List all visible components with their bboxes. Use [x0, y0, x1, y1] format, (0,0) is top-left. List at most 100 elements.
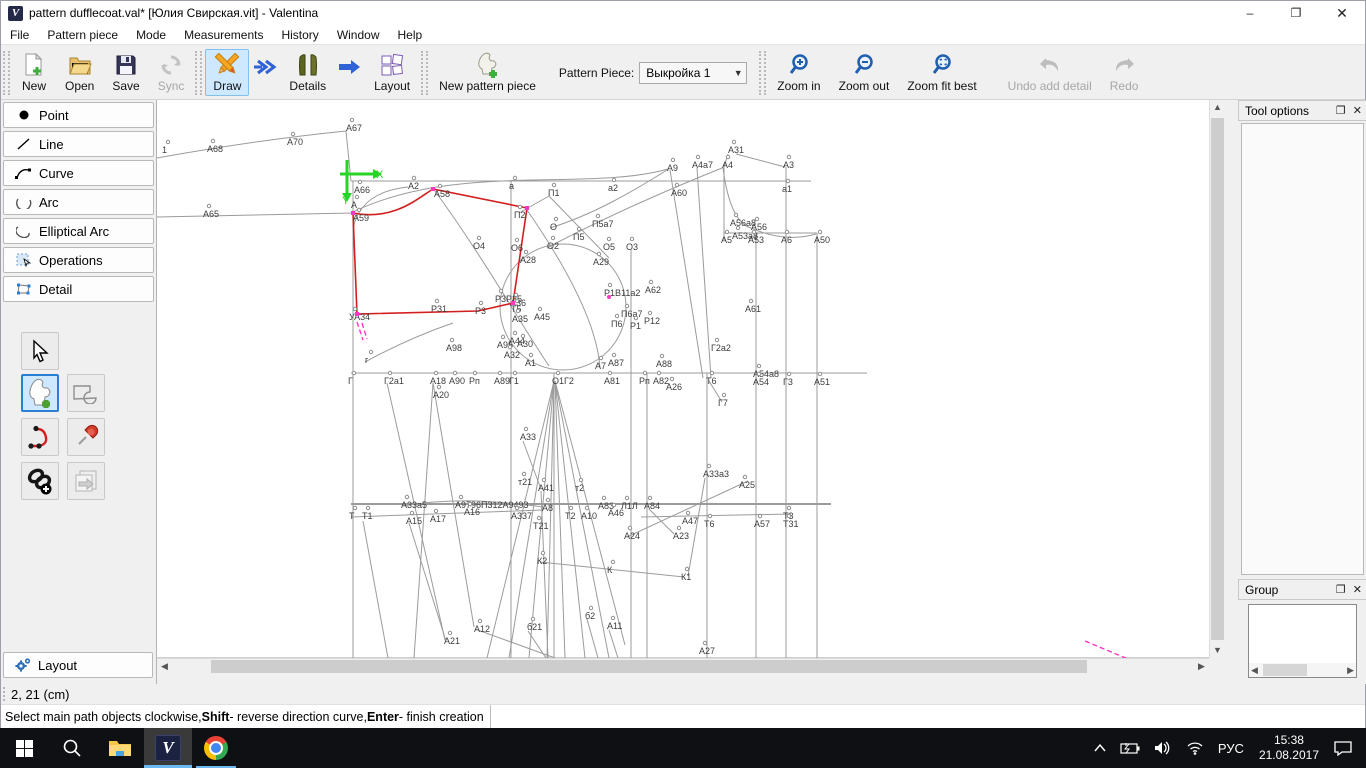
- point-label[interactable]: П6а7: [621, 309, 643, 319]
- point-label[interactable]: А7: [595, 361, 606, 371]
- minimize-button[interactable]: –: [1227, 1, 1273, 25]
- point-label[interactable]: А29: [593, 257, 609, 267]
- point-label[interactable]: А87: [608, 358, 624, 368]
- point-label[interactable]: А18: [430, 376, 446, 386]
- point-label[interactable]: А8: [542, 503, 553, 513]
- point-label[interactable]: А70: [287, 137, 303, 147]
- zoom-out-button[interactable]: Zoom out: [831, 49, 898, 96]
- point-label[interactable]: а1: [782, 184, 792, 194]
- horizontal-scroll-thumb[interactable]: [211, 660, 1087, 673]
- pattern-piece-select[interactable]: Выкройка 1 ▼: [639, 61, 748, 84]
- point-label[interactable]: А26: [666, 382, 682, 392]
- point-label[interactable]: 1: [162, 145, 167, 155]
- point-label[interactable]: А66: [354, 185, 370, 195]
- point-label[interactable]: А62: [645, 285, 661, 295]
- point-label[interactable]: Г2а1: [384, 376, 404, 386]
- point-label[interactable]: а2: [608, 183, 618, 193]
- point-label[interactable]: О2: [547, 241, 559, 251]
- arrow-tool-button[interactable]: [21, 332, 59, 370]
- mode-layout-button[interactable]: Layout: [366, 49, 418, 96]
- point-label[interactable]: А2: [408, 181, 419, 191]
- category-curve[interactable]: Curve: [3, 160, 154, 186]
- point-label[interactable]: А20: [433, 390, 449, 400]
- point-label[interactable]: А58: [434, 189, 450, 199]
- point-label[interactable]: А28: [520, 255, 536, 265]
- toolbar-grip[interactable]: [3, 50, 10, 95]
- maximize-button[interactable]: ❐: [1273, 1, 1319, 25]
- point-label[interactable]: т2: [575, 483, 584, 493]
- point-label[interactable]: А32: [504, 350, 520, 360]
- close-button[interactable]: ✕: [1319, 1, 1365, 25]
- point-label[interactable]: А89: [494, 376, 510, 386]
- category-elliptical-arc[interactable]: Elliptical Arc: [3, 218, 154, 244]
- point-label[interactable]: А11: [607, 621, 622, 631]
- insert-node-tool-button[interactable]: [67, 462, 105, 500]
- point-label[interactable]: А12: [474, 624, 490, 634]
- clock[interactable]: 15:38 21.08.2017: [1251, 728, 1327, 768]
- point-label[interactable]: А98: [446, 343, 462, 353]
- point-label[interactable]: А90: [449, 376, 465, 386]
- start-button[interactable]: [0, 728, 48, 768]
- point-label[interactable]: Р1В11а2: [604, 288, 640, 298]
- point-label[interactable]: А4а7: [692, 160, 713, 170]
- point-label[interactable]: Т: [349, 511, 355, 521]
- point-label[interactable]: А59: [353, 213, 369, 223]
- point-label[interactable]: Р1: [630, 321, 641, 331]
- point-label[interactable]: А16: [464, 507, 480, 517]
- point-label[interactable]: Рп: [639, 376, 650, 386]
- point-label[interactable]: А68: [207, 144, 223, 154]
- point-label[interactable]: А61: [745, 304, 761, 314]
- point-label[interactable]: О3: [626, 242, 638, 252]
- taskbar-search-button[interactable]: [48, 728, 96, 768]
- point-label[interactable]: А53: [748, 235, 764, 245]
- point-label[interactable]: А27: [699, 646, 715, 656]
- wifi-icon[interactable]: [1179, 728, 1211, 768]
- group-scrollbar[interactable]: ◀ ▶: [1249, 663, 1356, 677]
- point-label[interactable]: б2: [585, 611, 595, 621]
- vertical-scrollbar[interactable]: ▲ ▼: [1209, 100, 1224, 658]
- point-label[interactable]: Т1: [362, 511, 373, 521]
- tray-expand-icon[interactable]: [1087, 728, 1113, 768]
- point-label[interactable]: Т5: [511, 304, 522, 314]
- point-label[interactable]: А17: [430, 514, 446, 524]
- point-label[interactable]: О6: [511, 243, 523, 253]
- point-label[interactable]: Т2: [565, 511, 576, 521]
- point-label[interactable]: А88: [656, 359, 672, 369]
- language-indicator[interactable]: РУС: [1211, 728, 1251, 768]
- point-label[interactable]: А33а3: [703, 469, 729, 479]
- point-label[interactable]: О5: [603, 242, 615, 252]
- point-label[interactable]: А84: [644, 501, 660, 511]
- menu-window[interactable]: Window: [328, 25, 389, 44]
- point-label[interactable]: А23: [673, 531, 689, 541]
- category-detail[interactable]: Detail: [3, 276, 154, 302]
- group-scroll-thumb[interactable]: [1263, 664, 1307, 676]
- point-label[interactable]: Р12: [644, 316, 660, 326]
- point-label[interactable]: К2: [537, 556, 547, 566]
- horizontal-scrollbar[interactable]: ◀ ▶: [157, 658, 1209, 673]
- point-label[interactable]: А: [351, 200, 357, 210]
- chrome-taskbar-button[interactable]: [192, 728, 240, 768]
- point-label[interactable]: Г3: [783, 377, 793, 387]
- point-label[interactable]: т21: [518, 477, 532, 487]
- point-label[interactable]: Т21: [533, 521, 549, 531]
- toolbar-grip[interactable]: [421, 50, 429, 95]
- point-label[interactable]: П2: [514, 210, 525, 220]
- float-panel-icon[interactable]: ❐: [1336, 104, 1346, 117]
- scroll-down-icon[interactable]: ▼: [1210, 643, 1225, 658]
- point-label[interactable]: А21: [444, 636, 460, 646]
- battery-icon[interactable]: [1113, 728, 1147, 768]
- point-label[interactable]: П6: [611, 319, 622, 329]
- point-label[interactable]: А60: [671, 188, 687, 198]
- pin-tool-button[interactable]: [67, 418, 105, 456]
- menu-file[interactable]: File: [1, 25, 38, 44]
- point-label[interactable]: А41: [538, 483, 554, 493]
- point-label[interactable]: а: [509, 181, 514, 191]
- volume-icon[interactable]: [1147, 728, 1179, 768]
- float-panel-icon[interactable]: ❐: [1336, 583, 1346, 596]
- point-label[interactable]: П1: [548, 188, 559, 198]
- scroll-left-icon[interactable]: ◀: [1251, 665, 1258, 676]
- point-label[interactable]: А67: [346, 123, 362, 133]
- menu-mode[interactable]: Mode: [127, 25, 175, 44]
- point-label[interactable]: Г7: [718, 398, 728, 408]
- open-button[interactable]: Open: [57, 49, 102, 96]
